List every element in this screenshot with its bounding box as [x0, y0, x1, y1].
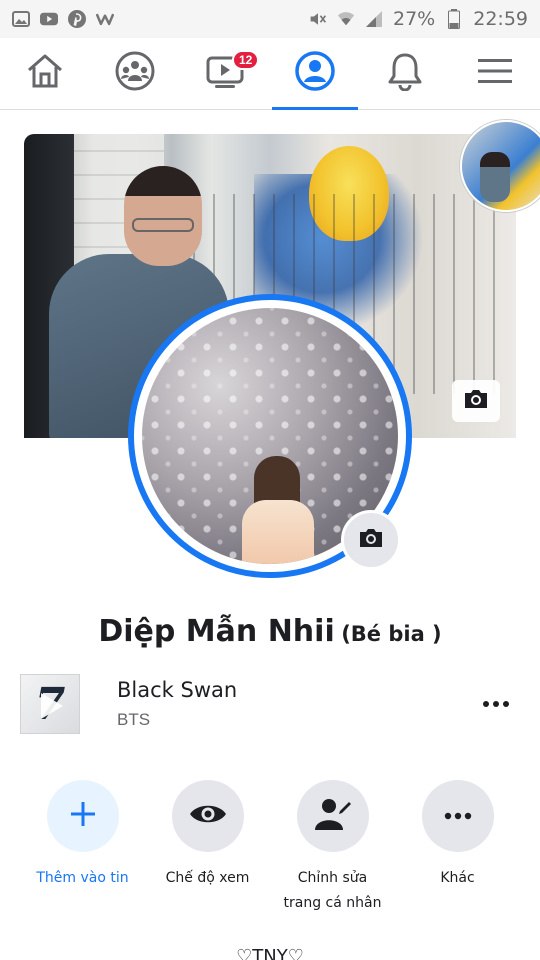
edit-profile-label: Chỉnh sửa trang cá nhân: [283, 870, 382, 911]
wifi-icon: [337, 10, 355, 28]
nav-home[interactable]: [0, 38, 90, 109]
w-icon: [96, 10, 114, 28]
top-nav: 12: [0, 38, 540, 110]
cover-camera-button[interactable]: [452, 380, 500, 422]
battery-percent: 27%: [393, 8, 436, 30]
music-more-button[interactable]: [478, 692, 514, 716]
nav-notifications[interactable]: [360, 38, 450, 109]
pinterest-icon: [68, 10, 86, 28]
alternate-name: (Bé bia ): [341, 622, 442, 646]
story-thumbnail[interactable]: [460, 120, 540, 212]
nav-groups[interactable]: [90, 38, 180, 109]
profile-actions: Thêm vào tin Chế độ xem Chỉnh sửa trang …: [20, 780, 520, 916]
display-name: Diệp Mẫn Nhii: [98, 614, 335, 649]
home-icon: [25, 53, 65, 94]
add-to-story-button[interactable]: Thêm vào tin: [20, 780, 145, 916]
bell-icon: [386, 51, 424, 96]
album-art[interactable]: 7: [20, 674, 80, 734]
signal-icon: [365, 10, 383, 28]
plus-icon: [69, 800, 97, 833]
more-label: Khác: [440, 870, 475, 886]
battery-icon: [445, 9, 463, 29]
camera-icon: [463, 388, 489, 415]
add-to-story-label: Thêm vào tin: [36, 870, 129, 886]
edit-profile-icon: [314, 797, 352, 836]
clock: 22:59: [473, 8, 528, 30]
status-bar: 27% 22:59: [0, 0, 540, 38]
more-icon: [444, 807, 472, 825]
hamburger-icon: [477, 56, 513, 91]
camera-icon: [358, 527, 384, 554]
image-icon: [12, 10, 30, 28]
play-icon: [41, 693, 63, 719]
nav-menu[interactable]: [450, 38, 540, 109]
view-as-label: Chế độ xem: [165, 870, 250, 886]
view-as-button[interactable]: Chế độ xem: [145, 780, 270, 916]
status-right: 27% 22:59: [309, 8, 528, 30]
nav-profile[interactable]: [270, 38, 360, 110]
groups-icon: [115, 51, 155, 96]
bio-text: ♡TNY♡: [236, 946, 304, 960]
song-title: Black Swan: [117, 678, 238, 702]
more-button[interactable]: Khác: [395, 780, 520, 916]
eye-icon: [189, 802, 227, 831]
mute-icon: [309, 10, 327, 28]
profile-icon: [294, 50, 336, 97]
youtube-icon: [40, 10, 58, 28]
watch-badge: 12: [232, 50, 260, 70]
song-artist: BTS: [117, 710, 151, 729]
nav-watch[interactable]: 12: [180, 38, 270, 109]
status-left: [12, 10, 114, 28]
profile-name: Diệp Mẫn Nhii (Bé bia ): [0, 614, 540, 649]
edit-profile-button[interactable]: Chỉnh sửa trang cá nhân: [270, 780, 395, 916]
profile-camera-button[interactable]: [341, 510, 401, 570]
profile-music[interactable]: 7 Black Swan BTS: [20, 672, 520, 734]
